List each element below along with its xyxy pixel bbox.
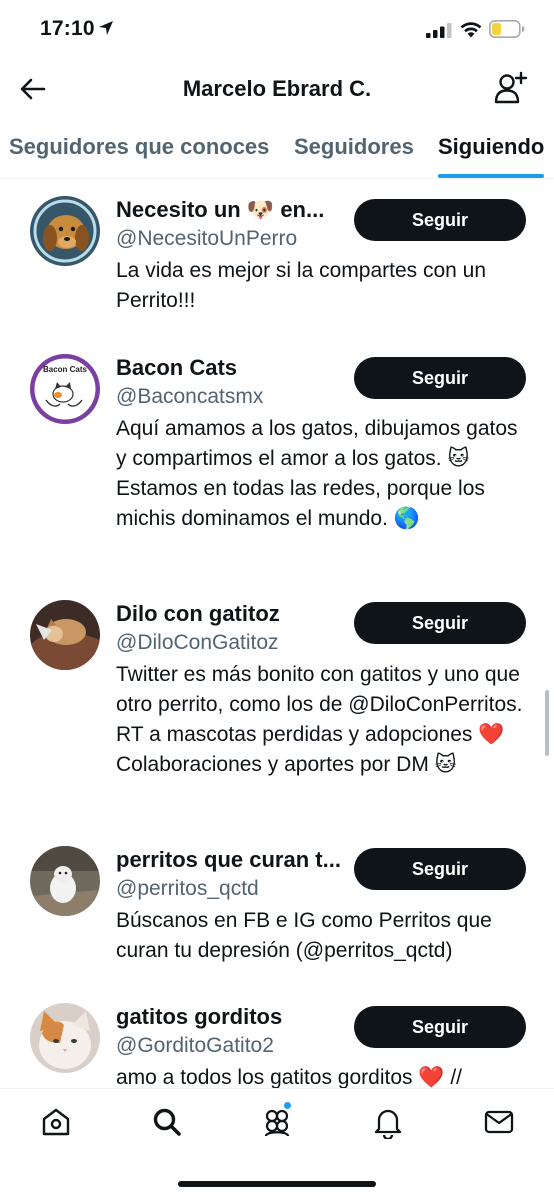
avatar[interactable] <box>30 846 100 916</box>
scrollbar[interactable] <box>545 690 549 756</box>
following-list: Necesito un 🐶 en... @NecesitoUnPerro La … <box>0 178 554 1088</box>
avatar[interactable]: Bacon Cats <box>30 354 100 424</box>
home-indicator[interactable] <box>178 1181 376 1187</box>
notifications-icon[interactable] <box>371 1105 405 1139</box>
user-bio: Twitter es más bonito con gatitos y uno … <box>116 663 523 776</box>
follow-tabs: Seguidores que conoces Seguidores Siguie… <box>0 120 554 179</box>
dog-avatar-image <box>30 196 100 266</box>
search-icon[interactable] <box>150 1105 184 1139</box>
notification-dot <box>284 1102 291 1109</box>
user-display-name: gatitos gorditos <box>116 1004 283 1029</box>
user-display-name: perritos que curan t... <box>116 847 341 872</box>
dog-avatar-image <box>30 846 100 916</box>
status-time: 17:10 <box>40 17 95 40</box>
user-handle: @NecesitoUnPerro <box>116 227 298 250</box>
list-item[interactable]: Bacon Cats Bacon Cats @Baconcatsmx Aquí … <box>0 354 554 568</box>
list-item[interactable]: Dilo con gatitoz @DiloConGatitoz Twitter… <box>0 600 554 814</box>
status-bar: 17:10 <box>0 0 554 60</box>
location-arrow-icon <box>99 21 113 35</box>
tab-followers-you-know[interactable]: Seguidores que conoces <box>9 134 269 160</box>
page-title: Marcelo Ebrard C. <box>182 76 372 101</box>
follow-button[interactable]: Seguir <box>354 1006 526 1048</box>
messages-icon[interactable] <box>482 1105 516 1139</box>
avatar[interactable] <box>30 1003 100 1073</box>
bottom-navigation <box>0 1088 554 1201</box>
user-display-name: Dilo con gatitoz <box>116 601 280 626</box>
user-handle: @GorditoGatito2 <box>116 1034 274 1057</box>
battery-icon <box>489 20 525 38</box>
follow-button[interactable]: Seguir <box>354 199 526 241</box>
list-item[interactable]: gatitos gorditos @GorditoGatito2 amo a t… <box>0 1003 554 1088</box>
user-handle: @perritos_qctd <box>116 877 259 900</box>
cat-avatar-image <box>30 600 100 670</box>
tab-following[interactable]: Siguiendo <box>438 134 544 160</box>
user-handle: @Baconcatsmx <box>116 385 264 408</box>
user-display-name: Bacon Cats <box>116 355 238 380</box>
tab-followers[interactable]: Seguidores <box>294 134 414 160</box>
cellular-signal-icon <box>426 23 452 38</box>
list-item[interactable]: perritos que curan t... @perritos_qctd B… <box>0 846 554 966</box>
add-user-icon[interactable] <box>493 70 529 106</box>
cat-avatar-image <box>30 1003 100 1073</box>
user-bio: Aquí amamos a los gatos, dibujamos gatos… <box>116 417 518 530</box>
user-display-name: Necesito un 🐶 en... <box>116 197 325 222</box>
avatar[interactable] <box>30 600 100 670</box>
avatar[interactable] <box>30 196 100 266</box>
user-bio: La vida es mejor si la compartes con un … <box>116 259 487 312</box>
wifi-icon <box>460 22 482 38</box>
communities-icon[interactable] <box>260 1105 294 1139</box>
list-item[interactable]: Necesito un 🐶 en... @NecesitoUnPerro La … <box>0 196 554 336</box>
home-icon[interactable] <box>39 1105 73 1139</box>
follow-button[interactable]: Seguir <box>354 602 526 644</box>
profile-header: Marcelo Ebrard C. <box>0 60 554 120</box>
follow-button[interactable]: Seguir <box>354 848 526 890</box>
follow-button[interactable]: Seguir <box>354 357 526 399</box>
user-handle: @DiloConGatitoz <box>116 631 279 654</box>
avatar-logo-text: Bacon Cats <box>42 365 87 374</box>
user-bio: Búscanos en FB e IG como Perritos que cu… <box>116 909 492 962</box>
user-bio: amo a todos los gatitos gorditos ❤️ // <box>116 1066 462 1088</box>
